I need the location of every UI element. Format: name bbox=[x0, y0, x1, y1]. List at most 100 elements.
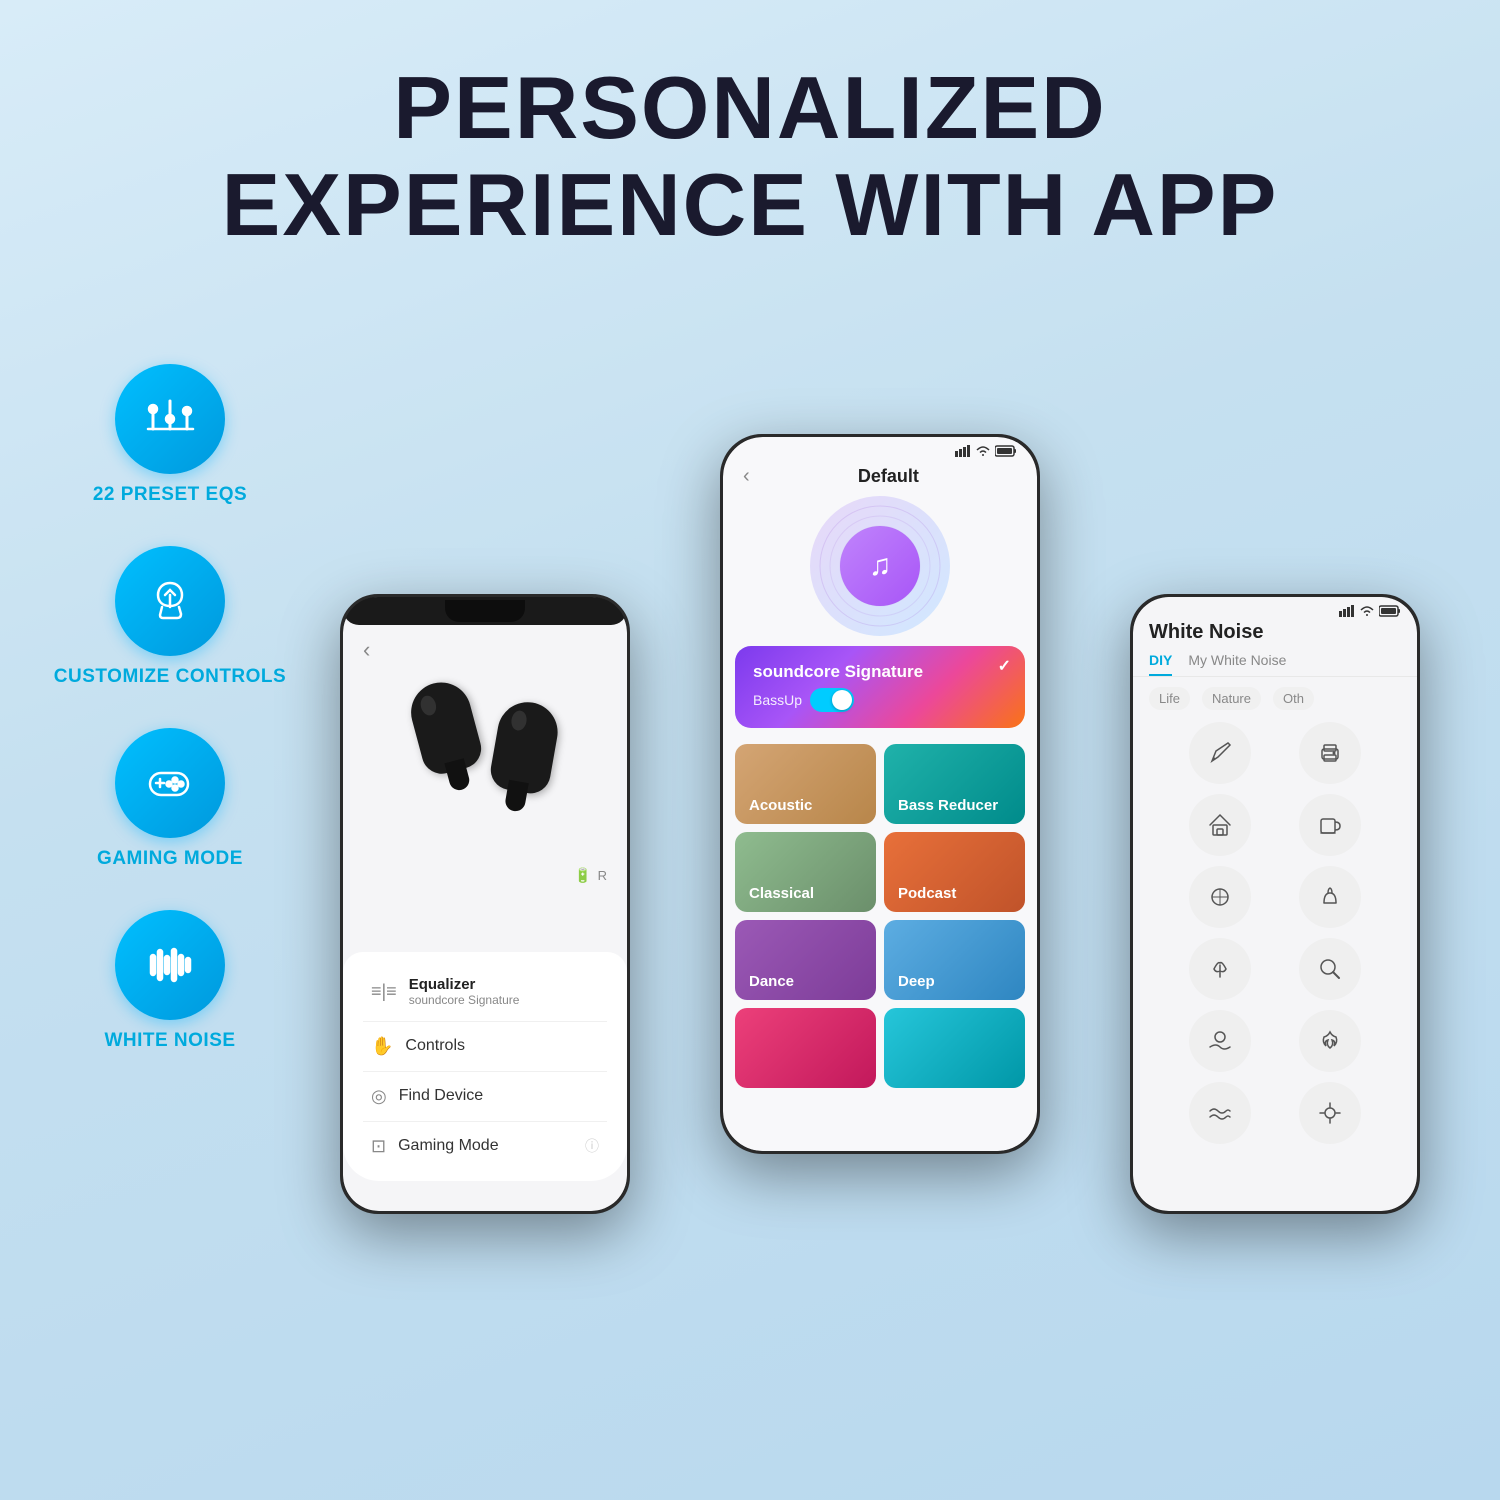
sound-btn-fire[interactable] bbox=[1299, 1010, 1361, 1072]
nature-icon bbox=[1206, 955, 1234, 983]
tab-my-white-noise[interactable]: My White Noise bbox=[1188, 652, 1286, 676]
left-back-arrow[interactable]: ‹ bbox=[363, 637, 370, 663]
white-noise-label: WHITE NOISE bbox=[104, 1030, 235, 1052]
gaming-mode-menu-label: Gaming Mode bbox=[398, 1137, 499, 1155]
cooking-icon bbox=[1316, 883, 1344, 911]
bassup-toggle[interactable] bbox=[810, 688, 854, 712]
gamepad-icon bbox=[142, 755, 197, 810]
preset-eqs-circle bbox=[115, 364, 225, 474]
sound-row-2 bbox=[1149, 794, 1401, 856]
white-noise-title: White Noise bbox=[1149, 621, 1263, 643]
right-signal-icon bbox=[1339, 605, 1355, 617]
headline-line2: EXPERIENCE WITH APP bbox=[222, 155, 1279, 254]
phone-center: ‹ Default ♫ bbox=[720, 434, 1040, 1154]
equalizer-sub: soundcore Signature bbox=[409, 993, 520, 1007]
sound-btn-beach[interactable] bbox=[1189, 1010, 1251, 1072]
extra-icon bbox=[1316, 1099, 1344, 1127]
features-list: 22 PRESET EQS CUSTOMIZE CONTROLS bbox=[40, 284, 300, 1052]
bass-row: BassUp bbox=[753, 688, 1007, 712]
signature-card[interactable]: ✓ soundcore Signature BassUp bbox=[735, 646, 1025, 728]
phone-center-screen: ‹ Default ♫ bbox=[723, 437, 1037, 1151]
menu-find-device[interactable]: ◎ Find Device bbox=[363, 1072, 607, 1122]
sub-tab-life[interactable]: Life bbox=[1149, 687, 1190, 710]
charge-indicator: 🔋 R bbox=[363, 867, 607, 884]
search-icon bbox=[1316, 955, 1344, 983]
sound-btn-extra[interactable] bbox=[1299, 1082, 1361, 1144]
menu-equalizer[interactable]: ≡|≡ Equalizer soundcore Signature bbox=[363, 962, 607, 1022]
bass-reducer-label: Bass Reducer bbox=[898, 797, 998, 814]
find-device-icon: ◎ bbox=[371, 1086, 387, 1107]
sub-tab-other[interactable]: Oth bbox=[1273, 687, 1314, 710]
feature-preset-eqs: 22 PRESET EQS bbox=[93, 364, 247, 506]
customize-controls-label: CUSTOMIZE CONTROLS bbox=[54, 666, 286, 688]
eq-tile-more1[interactable] bbox=[735, 1008, 876, 1088]
pen-icon bbox=[1206, 739, 1234, 767]
center-screen-title: Default bbox=[760, 466, 1017, 487]
eq-tile-acoustic[interactable]: Acoustic bbox=[735, 744, 876, 824]
sound-btn-search[interactable] bbox=[1299, 938, 1361, 1000]
eq-rings bbox=[810, 496, 950, 636]
headline: PERSONALIZED EXPERIENCE WITH APP bbox=[80, 60, 1420, 254]
waves-icon bbox=[143, 937, 198, 992]
printer-icon bbox=[1316, 739, 1344, 767]
right-wifi-icon bbox=[1359, 605, 1375, 617]
eq-tile-classical[interactable]: Classical bbox=[735, 832, 876, 912]
customize-circle bbox=[115, 546, 225, 656]
sound-btn-pen[interactable] bbox=[1189, 722, 1251, 784]
equalizer-title: Equalizer bbox=[409, 976, 520, 993]
right-battery-icon bbox=[1379, 605, 1401, 617]
center-back-button[interactable]: ‹ bbox=[743, 465, 750, 488]
eq-visual: ♫ bbox=[810, 496, 950, 636]
touch-icon bbox=[143, 573, 198, 628]
tab-diy[interactable]: DIY bbox=[1149, 652, 1172, 676]
life-label: Life bbox=[1159, 691, 1180, 706]
check-mark-icon: ✓ bbox=[998, 656, 1011, 676]
sound-btn-waves[interactable] bbox=[1189, 1082, 1251, 1144]
bass-label: BassUp bbox=[753, 692, 802, 708]
page-header: PERSONALIZED EXPERIENCE WITH APP bbox=[0, 0, 1500, 284]
sub-tab-nature[interactable]: Nature bbox=[1202, 687, 1261, 710]
sound-row-4 bbox=[1149, 938, 1401, 1000]
center-header: ‹ Default bbox=[723, 461, 1037, 496]
status-icons bbox=[955, 445, 1017, 457]
sound-row-6 bbox=[1149, 1082, 1401, 1144]
battery-label: R bbox=[598, 868, 607, 883]
waves-sound-icon bbox=[1206, 1099, 1234, 1127]
earbud-shine-right bbox=[510, 709, 528, 731]
my-white-noise-label: My White Noise bbox=[1188, 652, 1286, 668]
earbud-shine bbox=[419, 694, 439, 717]
earbud-right bbox=[495, 702, 555, 792]
gaming-circle bbox=[115, 728, 225, 838]
main-content: 22 PRESET EQS CUSTOMIZE CONTROLS bbox=[0, 284, 1500, 1500]
sound-btn-mug[interactable] bbox=[1299, 794, 1361, 856]
nature-label: Nature bbox=[1212, 691, 1251, 706]
feature-white-noise: WHITE NOISE bbox=[104, 910, 235, 1052]
eq-tile-podcast[interactable]: Podcast bbox=[884, 832, 1025, 912]
other-label: Oth bbox=[1283, 691, 1304, 706]
menu-controls[interactable]: ✋ Controls bbox=[363, 1022, 607, 1072]
right-status-bar bbox=[1133, 597, 1417, 617]
eq-tile-dance[interactable]: Dance bbox=[735, 920, 876, 1000]
battery-icon bbox=[995, 445, 1017, 457]
sound-btn-cooking[interactable] bbox=[1299, 866, 1361, 928]
menu-gaming-mode[interactable]: ⊡ Gaming Mode ⓘ bbox=[363, 1122, 607, 1171]
eq-tile-bass-reducer[interactable]: Bass Reducer bbox=[884, 744, 1025, 824]
sound-row-1 bbox=[1149, 722, 1401, 784]
toggle-knob bbox=[832, 690, 852, 710]
headline-line1: PERSONALIZED bbox=[393, 58, 1106, 157]
notch-circle bbox=[445, 600, 525, 622]
eq-tile-deep[interactable]: Deep bbox=[884, 920, 1025, 1000]
sound-btn-printer[interactable] bbox=[1299, 722, 1361, 784]
deep-label: Deep bbox=[898, 973, 935, 990]
signature-name: soundcore Signature bbox=[753, 662, 1007, 682]
left-phone-menu: ≡|≡ Equalizer soundcore Signature ✋ Cont… bbox=[343, 952, 627, 1181]
gaming-mode-label: GAMING MODE bbox=[97, 848, 243, 870]
eq-presets-grid: Acoustic Bass Reducer Classical Podcast … bbox=[723, 736, 1037, 1096]
sound-row-3 bbox=[1149, 866, 1401, 928]
info-icon: ⓘ bbox=[585, 1136, 599, 1156]
sound-btn-house[interactable] bbox=[1189, 794, 1251, 856]
eq-tile-more2[interactable] bbox=[884, 1008, 1025, 1088]
sound-btn-nature[interactable] bbox=[1189, 938, 1251, 1000]
sound-btn-dining[interactable] bbox=[1189, 866, 1251, 928]
beach-icon bbox=[1206, 1027, 1234, 1055]
